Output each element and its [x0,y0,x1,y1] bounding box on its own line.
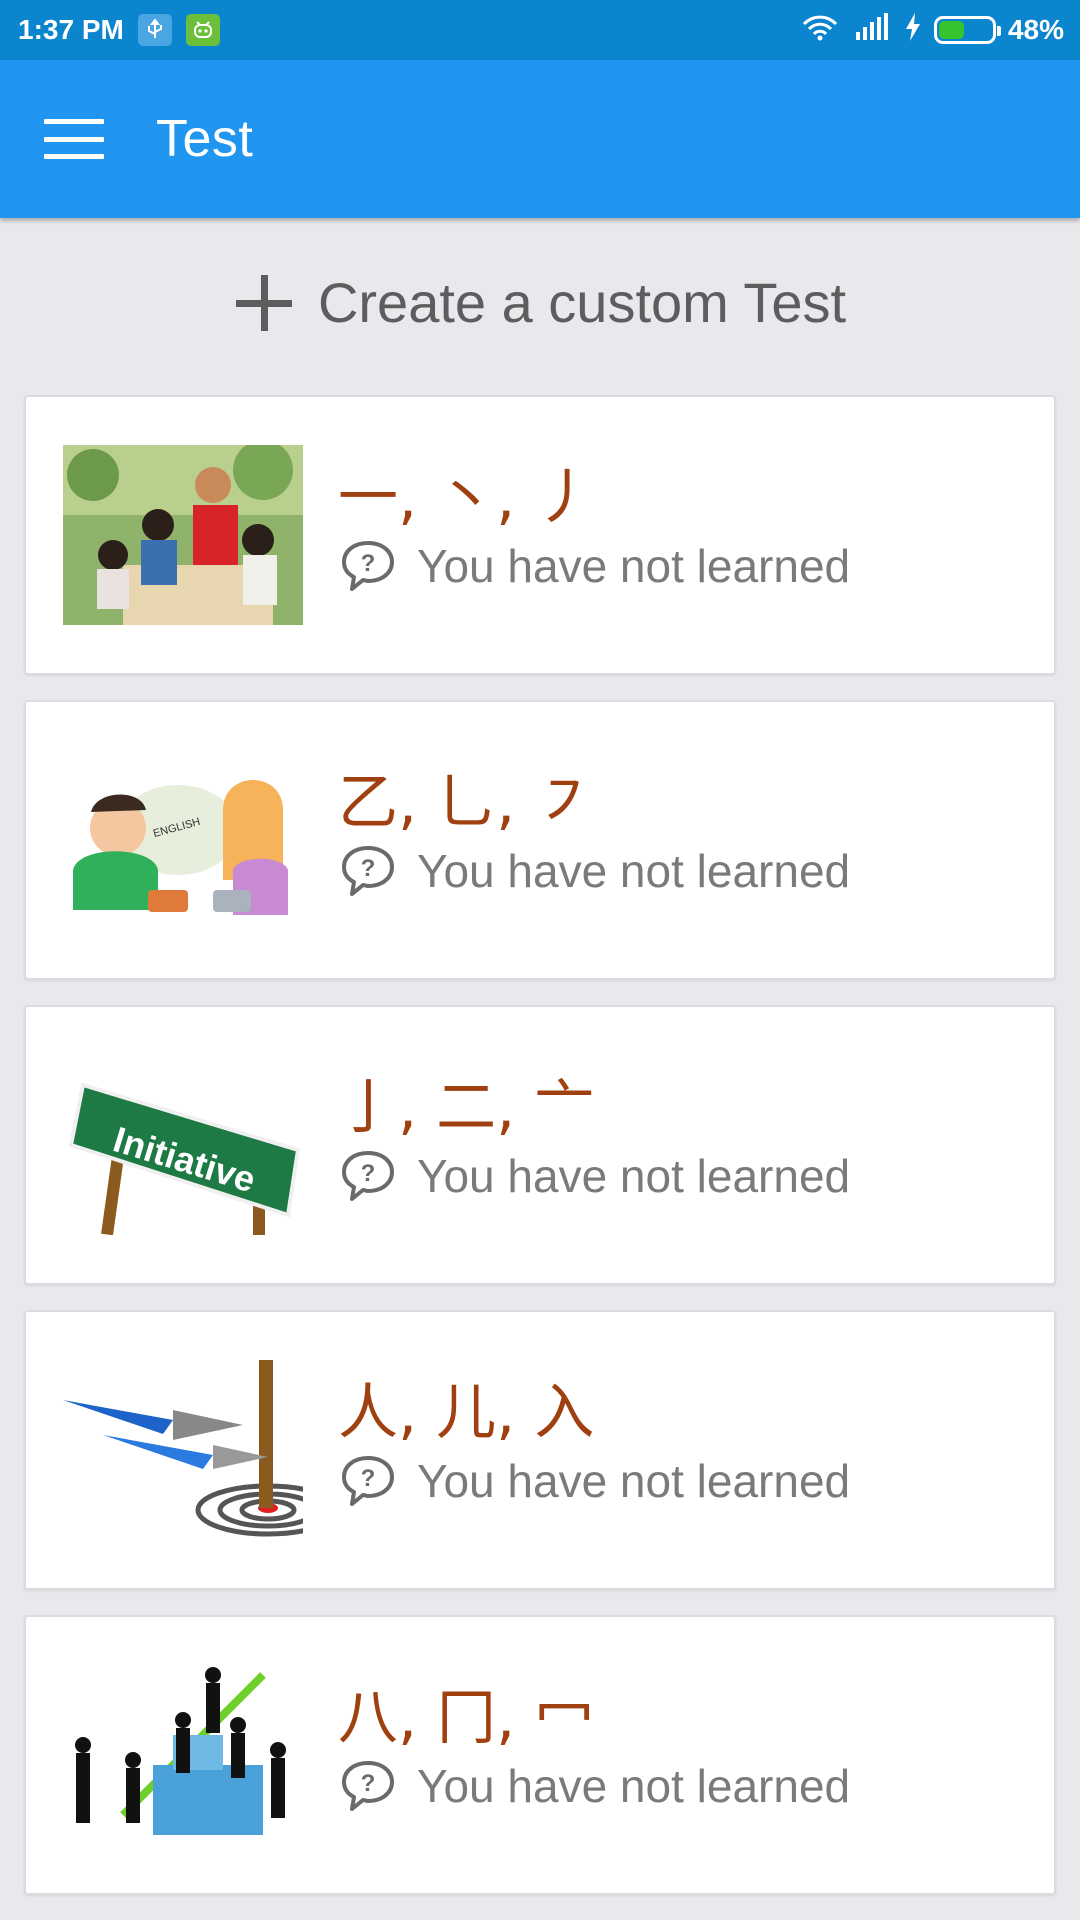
lesson-title: 亅, 二, 亠 [338,1073,595,1143]
app-bar: Test [0,60,1080,218]
page-title: Test [156,110,254,168]
battery-percent: 48% [1007,14,1064,45]
lesson-title: 一, 丶, 丿 [338,463,595,533]
question-bubble-icon: ? [339,1452,397,1510]
hamburger-menu-icon[interactable] [44,117,104,161]
business-people-image [63,1665,303,1845]
lesson-title: 乙, 乚, ㇇ [338,768,595,838]
lesson-status-text: You have not learned [417,1455,851,1507]
status-bar: 1:37 PM 48% [0,0,1080,60]
lesson-card[interactable]: ENGLISH 乙, 乚, ㇇ ? You have not learned [24,700,1056,980]
android-icon [185,14,220,46]
battery-icon [933,16,1001,44]
plus-icon [234,273,294,333]
create-custom-test-button[interactable]: Create a custom Test [0,255,1080,350]
usb-icon [137,14,172,46]
svg-text:?: ? [361,550,376,577]
charging-icon [904,12,922,49]
lesson-status: ? You have not learned [339,842,850,900]
lesson-status: ? You have not learned [339,537,850,595]
svg-text:?: ? [361,855,376,882]
lesson-card[interactable]: 人, 儿, 入 ? You have not learned [24,1310,1056,1590]
lesson-title: 人, 儿, 入 [338,1378,595,1448]
children-learning-image [63,445,303,625]
dart-target-image [63,1360,303,1540]
lesson-card[interactable]: 一, 丶, 丿 ? You have not learned [24,395,1056,675]
lesson-status-text: You have not learned [417,845,851,897]
lesson-status: ? You have not learned [339,1147,850,1205]
initiative-sign-image: Initiative [63,1055,303,1235]
status-time: 1:37 PM [18,14,124,45]
question-bubble-icon: ? [339,1757,397,1815]
lesson-status-text: You have not learned [417,1760,851,1812]
lesson-title: 八, 冂, 冖 [338,1683,595,1753]
create-custom-test-label: Create a custom Test [317,271,847,334]
question-bubble-icon: ? [339,1147,397,1205]
phone-conversation-image: ENGLISH [63,750,303,930]
lesson-status: ? You have not learned [339,1757,850,1815]
lesson-card[interactable]: Initiative 亅, 二, 亠 ? You have not learne… [24,1005,1056,1285]
lesson-card[interactable]: 八, 冂, 冖 ? You have not learned [24,1615,1056,1895]
question-bubble-icon: ? [339,537,397,595]
svg-text:?: ? [361,1160,376,1187]
lesson-status: ? You have not learned [339,1452,850,1510]
signal-icon [852,12,892,49]
lesson-status-text: You have not learned [417,540,851,592]
svg-text:?: ? [361,1770,376,1797]
question-bubble-icon: ? [339,842,397,900]
wifi-icon [800,12,840,49]
lesson-status-text: You have not learned [417,1150,851,1202]
svg-text:?: ? [361,1465,376,1492]
